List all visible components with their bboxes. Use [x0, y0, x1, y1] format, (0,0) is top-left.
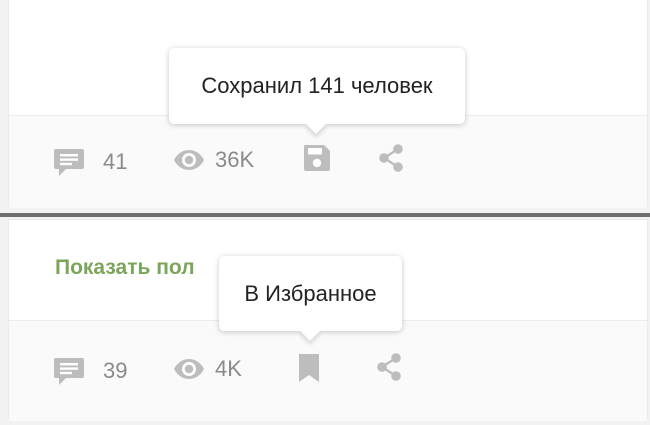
comments-button[interactable]: 41 [53, 147, 127, 177]
comments-count: 39 [103, 358, 128, 383]
share-button[interactable] [375, 352, 403, 382]
views-count: 4K [215, 356, 242, 381]
views-counter: 36K [173, 147, 254, 173]
favorite-tooltip: В Избранное [219, 256, 402, 341]
eye-icon [174, 359, 204, 379]
views-counter: 4K [173, 356, 242, 382]
comment-icon [54, 358, 84, 385]
comments-button[interactable]: 39 [53, 356, 127, 386]
tooltip-text: В Избранное [244, 280, 377, 307]
share-button[interactable] [377, 143, 405, 173]
eye-icon [174, 150, 204, 170]
post-footer: 39 4K [9, 320, 647, 421]
show-more-link[interactable]: Показать пол [55, 256, 195, 280]
bookmark-icon [299, 354, 319, 382]
save-count-tooltip: Сохранил 141 человек [169, 48, 465, 134]
divider [0, 213, 650, 217]
floppy-disk-icon [303, 145, 330, 171]
comments-count: 41 [103, 149, 128, 174]
tooltip-text: Сохранил 141 человек [201, 73, 433, 99]
comment-icon [54, 149, 84, 176]
favorite-button[interactable] [297, 353, 321, 383]
save-button[interactable] [303, 144, 331, 172]
share-icon [379, 144, 403, 172]
feed: 41 36K Сохранил 141 человек Показать пол… [0, 0, 650, 425]
share-icon [377, 353, 401, 381]
views-count: 36K [215, 147, 255, 172]
post-footer: 41 36K [9, 115, 647, 208]
